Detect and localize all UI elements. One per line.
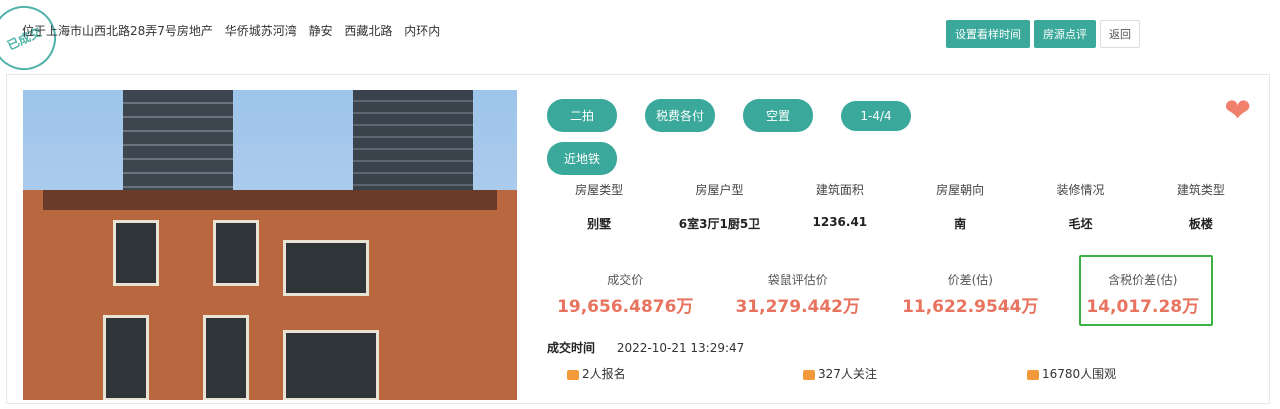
- price-value: 19,656.4876万: [557, 297, 694, 317]
- people-icon: [1027, 369, 1039, 380]
- followers-stat: 327人关注: [803, 365, 877, 382]
- views-text: 16780人围观: [1042, 367, 1117, 381]
- top-actions: 设置看样时间 房源点评 返回: [946, 20, 1140, 48]
- attribute-item: 装修情况 毛坯: [1020, 181, 1140, 232]
- favorite-heart-icon[interactable]: ❤: [1224, 91, 1251, 129]
- price-value: 11,622.9544万: [902, 297, 1039, 317]
- attribute-item: 房屋朝向南: [900, 181, 1020, 232]
- attribute-label: 建筑面积: [815, 183, 864, 197]
- attribute-value: 1236.41: [812, 215, 868, 229]
- attribute-value: 毛坯: [1068, 217, 1093, 231]
- deal-time-label: 成交时间: [547, 341, 596, 355]
- road: 西藏北路: [344, 24, 393, 38]
- attribute-label: 房屋类型: [575, 183, 624, 197]
- attribute-item: 房屋类型 别墅: [539, 181, 659, 232]
- attribute-item: 建筑面积 1236.41: [780, 181, 900, 232]
- price-label: 价差(估): [947, 273, 993, 287]
- attribute-value: 别墅: [587, 217, 612, 231]
- price-item: 成交价 19,656.4876万: [539, 271, 712, 317]
- tag-floor: 1-4/4: [841, 101, 911, 131]
- deal-time-value: 2022-10-21 13:29:47: [616, 341, 745, 355]
- ring-zone: 内环内: [404, 24, 441, 38]
- back-button[interactable]: 返回: [1100, 20, 1140, 48]
- address-line: 位于上海市山西北路28弄7号房地产 华侨城苏河湾 静安 西藏北路 内环内: [22, 22, 448, 39]
- attribute-item: 建筑类型 板楼: [1141, 181, 1261, 232]
- photo-window: [213, 220, 259, 286]
- district: 静安: [308, 24, 333, 38]
- price-item: 袋鼠评估价 31,279.442万: [712, 271, 885, 317]
- vr-icon: [803, 369, 815, 380]
- price-item: 价差(估) 11,622.9544万: [884, 271, 1057, 317]
- photo-window: [103, 315, 149, 400]
- tag-tax: 税费各付: [645, 99, 715, 132]
- listing-card: 二拍 税费各付 空置 1-4/4 近地铁 ❤ 房屋类型别墅 房屋户型 6室3厅1厨5卫 …: [6, 74, 1270, 404]
- attribute-label: 建筑类型: [1176, 183, 1225, 197]
- price-label: 成交价: [607, 273, 644, 287]
- property-photo[interactable]: [23, 90, 517, 400]
- review-button[interactable]: 房源点评: [1034, 20, 1096, 48]
- signups-text: 2人报名: [582, 367, 626, 381]
- attribute-label: 房屋户型: [695, 183, 744, 197]
- photo-villa: [23, 190, 517, 400]
- attribute-label: 装修情况: [1056, 183, 1105, 197]
- price-value: 31,279.442万: [735, 297, 861, 317]
- attribute-item: 房屋户型 6室3厅1厨5卫: [659, 181, 779, 232]
- tag-metro: 近地铁: [547, 142, 617, 175]
- attribute-value: 板楼: [1188, 217, 1213, 231]
- highlight-box: [1079, 255, 1213, 326]
- tag-vacant: 空置: [743, 99, 813, 132]
- address-text: 位于上海市山西北路28弄7号房地产: [22, 24, 213, 38]
- hand-icon: [567, 369, 579, 380]
- followers-text: 327人关注: [818, 367, 877, 381]
- signups-stat: 2人报名: [567, 365, 626, 382]
- tag-auction: 二拍: [547, 99, 617, 132]
- photo-window: [113, 220, 159, 286]
- attribute-value: 南: [954, 217, 967, 231]
- community-name: 华侨城苏河湾: [224, 24, 297, 38]
- photo-window: [203, 315, 249, 400]
- tag-list: 二拍 税费各付 空置 1-4/4 近地铁: [547, 99, 939, 185]
- photo-window: [283, 330, 379, 400]
- attribute-value: 6室3厅1厨5卫: [678, 217, 761, 231]
- attribute-grid: 房屋类型别墅 房屋户型 6室3厅1厨5卫 建筑面积 1236.41 房屋朝向南 装修…: [539, 181, 1261, 232]
- attribute-label: 房屋朝向: [936, 183, 985, 197]
- deal-time: 成交时间 2022-10-21 13:29:47: [547, 339, 744, 356]
- price-label: 袋鼠评估价: [767, 273, 828, 287]
- schedule-viewing-button[interactable]: 设置看样时间: [946, 20, 1030, 48]
- photo-roof: [43, 190, 497, 210]
- sold-stamp: 已成交: [0, 0, 67, 81]
- photo-window: [283, 240, 369, 296]
- views-stat: 16780人围观: [1027, 365, 1116, 382]
